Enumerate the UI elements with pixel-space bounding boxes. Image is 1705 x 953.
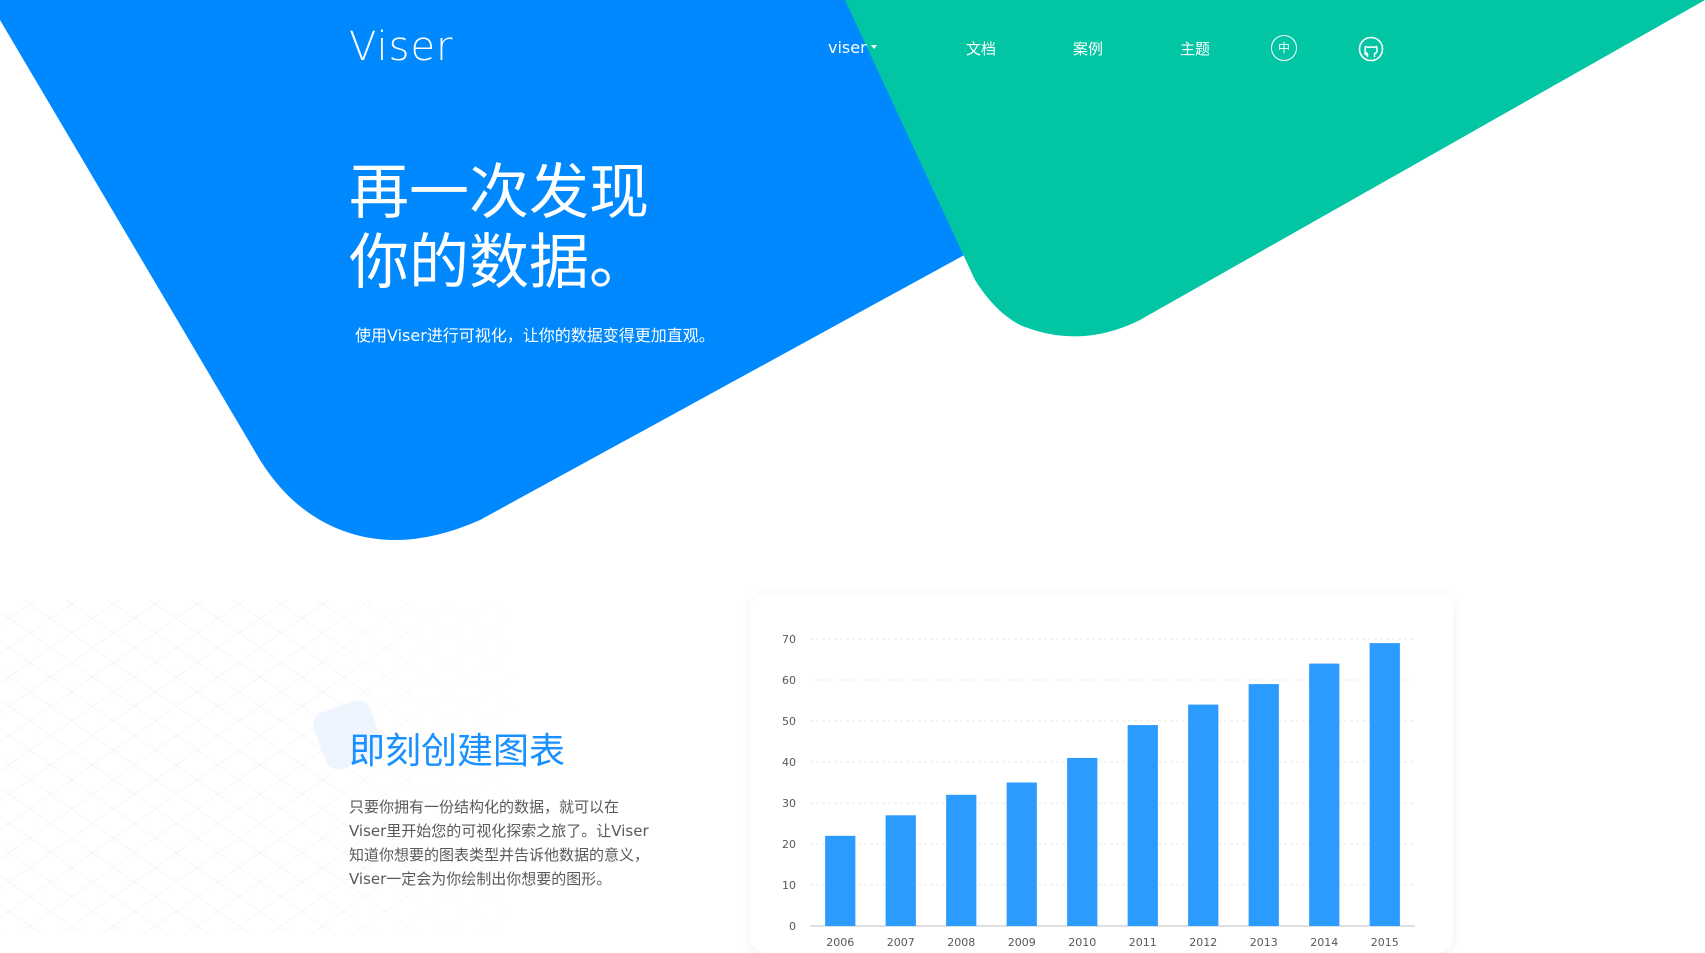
nav-item-cases[interactable]: 案例: [1073, 38, 1103, 59]
hero-subtitle: 使用Viser进行可视化，让你的数据变得更加直观。: [355, 326, 715, 345]
y-tick-label: 50: [782, 715, 796, 728]
x-tick-label: 2010: [1068, 936, 1096, 949]
bar-2009[interactable]: [1006, 782, 1037, 927]
x-tick-label: 2014: [1310, 936, 1338, 949]
feature-title: 即刻创建图表: [349, 731, 566, 772]
bar-2007[interactable]: [885, 815, 916, 926]
feature-description: 只要你拥有一份结构化的数据，就可以在Viser里开始您的可视化探索之旅了。让Vi…: [349, 798, 650, 888]
bar-chart: 0 10 20 30 40 50 60 70 2006 2007 2008 2009 2010 2011 2…: [782, 633, 1415, 949]
x-tick-label: 2012: [1189, 936, 1217, 949]
x-tick-label: 2006: [826, 936, 854, 949]
hero-title: 再一次发现 你的数据。: [349, 158, 649, 298]
bar-2013[interactable]: [1248, 684, 1279, 926]
bar-2011[interactable]: [1127, 725, 1158, 926]
x-tick-label: 2015: [1371, 936, 1399, 949]
hero-title-line2: 你的数据。: [349, 228, 649, 298]
x-tick-label: 2011: [1129, 936, 1157, 949]
y-tick-label: 30: [782, 797, 796, 810]
y-tick-label: 70: [782, 633, 796, 646]
y-tick-label: 40: [782, 756, 796, 769]
nav-item-viser-label: viser: [828, 38, 867, 57]
bar-2015[interactable]: [1369, 643, 1400, 926]
y-tick-label: 60: [782, 674, 796, 687]
x-tick-label: 2007: [887, 936, 915, 949]
nav-item-theme[interactable]: 主题: [1180, 38, 1210, 59]
y-tick-label: 20: [782, 838, 796, 851]
bar-2010[interactable]: [1067, 757, 1098, 926]
logo[interactable]: Viser: [349, 24, 454, 70]
language-button[interactable]: 中: [1271, 35, 1297, 61]
x-tick-label: 2009: [1008, 936, 1036, 949]
bar-2006[interactable]: [825, 835, 856, 926]
chart-card: 0 10 20 30 40 50 60 70 2006 2007 2008 2009 2010 2011 2…: [750, 593, 1453, 953]
y-tick-label: 0: [789, 920, 796, 933]
x-tick-label: 2008: [947, 936, 975, 949]
bar-2008[interactable]: [946, 794, 977, 926]
nav-item-viser[interactable]: viser: [828, 38, 877, 57]
x-tick-label: 2013: [1250, 936, 1278, 949]
hero-title-line1: 再一次发现: [349, 158, 649, 228]
bar-2012[interactable]: [1188, 704, 1219, 926]
caret-down-icon: [870, 45, 877, 49]
y-tick-label: 10: [782, 879, 796, 892]
bar-2014[interactable]: [1309, 663, 1340, 926]
nav-item-docs[interactable]: 文档: [966, 38, 996, 59]
github-icon[interactable]: [1358, 36, 1384, 62]
